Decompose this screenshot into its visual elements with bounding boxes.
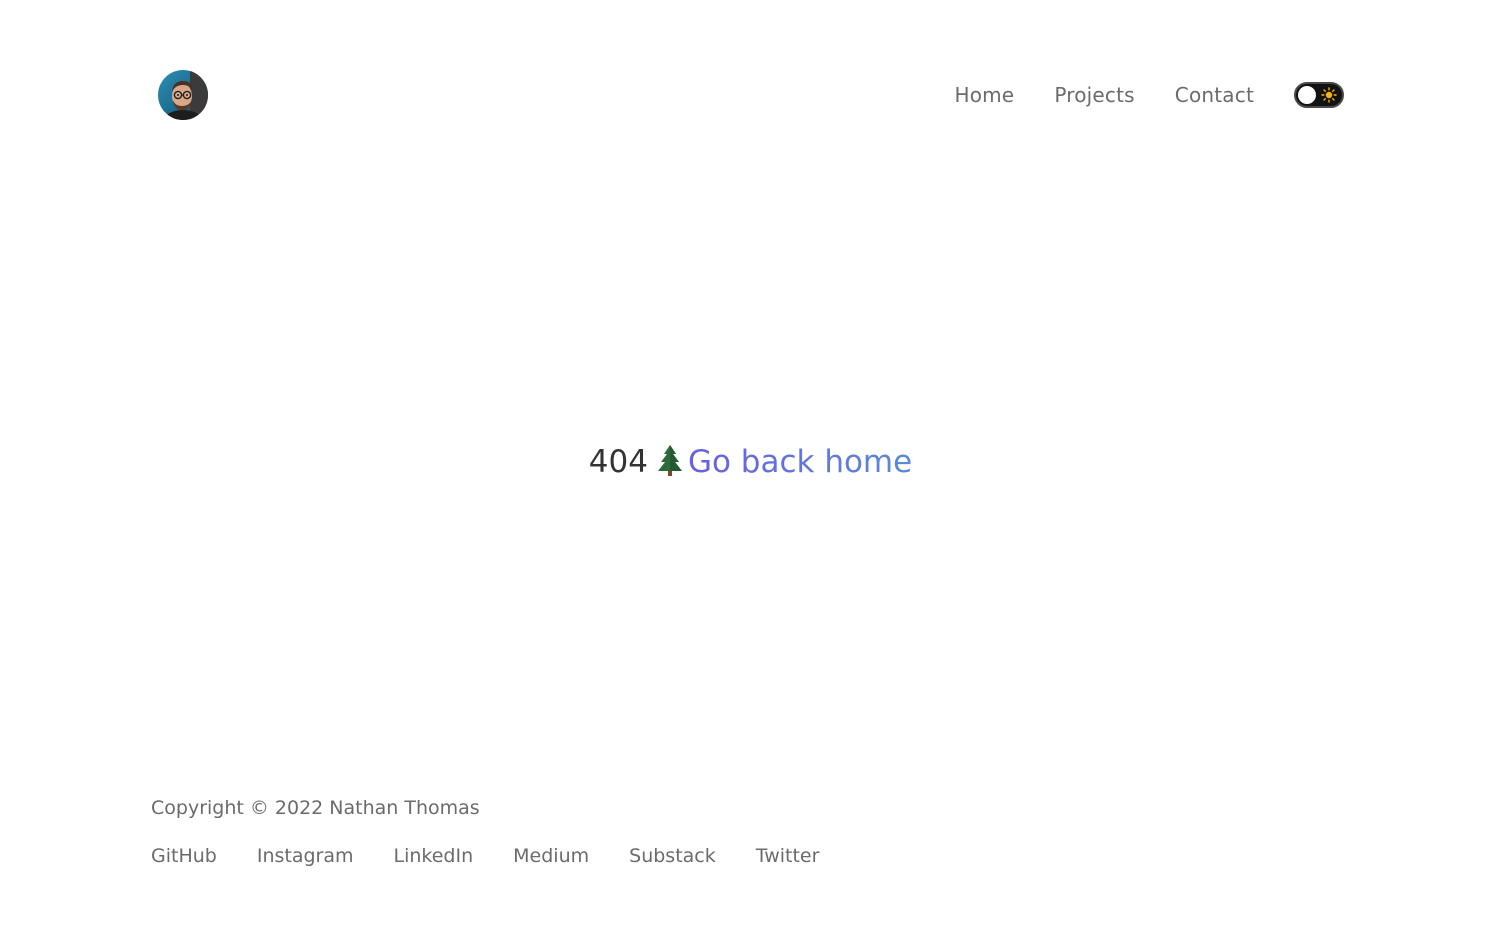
footer-link-linkedin[interactable]: LinkedIn: [394, 844, 474, 868]
site-header: Home Projects Contact: [151, 70, 1344, 120]
avatar[interactable]: [158, 70, 208, 120]
footer-link-twitter[interactable]: Twitter: [756, 844, 820, 868]
nav-link-contact[interactable]: Contact: [1175, 83, 1254, 107]
nav-link-home[interactable]: Home: [954, 83, 1014, 107]
toggle-knob: [1298, 86, 1316, 104]
copyright-text: Copyright © 2022 Nathan Thomas: [151, 797, 480, 819]
footer-link-substack[interactable]: Substack: [629, 844, 716, 868]
footer-link-medium[interactable]: Medium: [513, 844, 589, 868]
main-nav: Home Projects Contact: [954, 70, 1344, 120]
avatar-photo: [158, 70, 208, 120]
footer-link-github[interactable]: GitHub: [151, 844, 217, 868]
sun-icon: [1321, 87, 1337, 103]
error-code: 404: [588, 444, 648, 480]
nav-link-projects[interactable]: Projects: [1054, 83, 1134, 107]
social-links: GitHub Instagram LinkedIn Medium Substac…: [151, 844, 859, 868]
page: Home Projects Contact 404 Go back home C…: [0, 0, 1501, 944]
tree-icon: [657, 445, 682, 476]
footer-link-instagram[interactable]: Instagram: [257, 844, 354, 868]
not-found-message: 404 Go back home: [0, 442, 1501, 482]
go-back-home-link[interactable]: Go back home: [688, 444, 912, 480]
theme-toggle[interactable]: [1294, 82, 1344, 108]
